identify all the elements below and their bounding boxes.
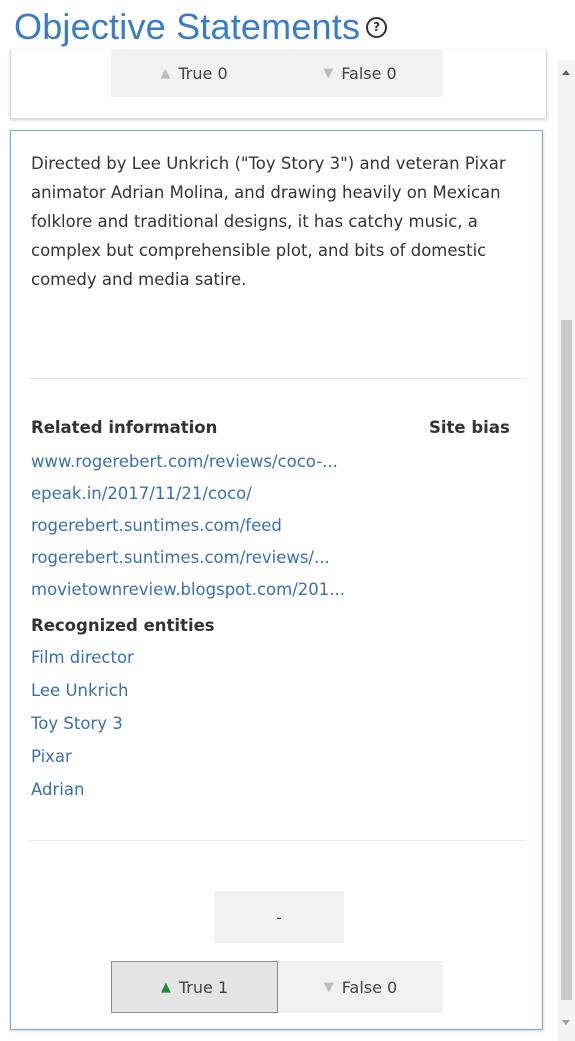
true-vote-label: True 0 xyxy=(178,64,228,83)
triangle-down-icon: ▼ xyxy=(323,979,334,995)
triangle-up-icon: ▲ xyxy=(160,979,171,995)
divider xyxy=(29,378,526,379)
entity-link[interactable]: Lee Unkrich xyxy=(31,681,128,700)
triangle-down-icon: ▼ xyxy=(323,66,334,81)
scroll-up-arrow-icon[interactable] xyxy=(562,70,570,75)
triangle-up-icon: ▲ xyxy=(160,66,171,81)
related-link[interactable]: epeak.in/2017/11/21/coco/ xyxy=(31,484,252,503)
vertical-scrollbar[interactable] xyxy=(558,60,575,1041)
true-vote-button[interactable]: ▲ True 0 xyxy=(111,50,277,97)
related-link[interactable]: www.rogerebert.com/reviews/coco-... xyxy=(31,452,338,471)
related-link[interactable]: rogerebert.suntimes.com/feed xyxy=(31,516,282,535)
entity-link[interactable]: Adrian xyxy=(31,780,84,799)
entity-link[interactable]: Film director xyxy=(31,648,134,667)
false-vote-label: False 0 xyxy=(341,64,397,83)
false-vote-button[interactable]: ▼ False 0 xyxy=(278,961,443,1013)
neutral-vote-button[interactable]: - xyxy=(214,891,344,943)
related-link[interactable]: movietownreview.blogspot.com/201... xyxy=(31,580,345,599)
true-vote-label: True 1 xyxy=(178,977,229,997)
statement-card-previous: ▲ True 0 ▼ False 0 xyxy=(10,50,547,119)
scroll-down-arrow-icon[interactable] xyxy=(562,1020,570,1025)
site-bias-heading: Site bias xyxy=(429,418,510,437)
statement-text: Directed by Lee Unkrich ("Toy Story 3") … xyxy=(31,154,506,289)
page-title-text: Objective Statements xyxy=(14,6,361,47)
false-vote-button[interactable]: ▼ False 0 xyxy=(277,50,443,97)
help-icon[interactable]: ? xyxy=(366,16,388,38)
page-title: Objective Statements? xyxy=(14,6,388,48)
divider xyxy=(29,840,526,841)
scroll-thumb[interactable] xyxy=(561,320,572,1000)
vote-row: ▲ True 1 ▼ False 0 xyxy=(111,961,443,1013)
entity-link[interactable]: Pixar xyxy=(31,747,72,766)
related-information-heading: Related information xyxy=(31,418,218,437)
vote-row: ▲ True 0 ▼ False 0 xyxy=(111,50,443,97)
recognized-entities-heading: Recognized entities xyxy=(31,616,215,635)
statement-card: Directed by Lee Unkrich ("Toy Story 3") … xyxy=(10,130,543,1030)
page: Objective Statements? ▲ True 0 ▼ False 0… xyxy=(0,0,575,1041)
true-vote-button[interactable]: ▲ True 1 xyxy=(111,961,278,1013)
false-vote-label: False 0 xyxy=(341,977,398,997)
entity-link[interactable]: Toy Story 3 xyxy=(31,714,123,733)
related-link[interactable]: rogerebert.suntimes.com/reviews/... xyxy=(31,548,330,567)
